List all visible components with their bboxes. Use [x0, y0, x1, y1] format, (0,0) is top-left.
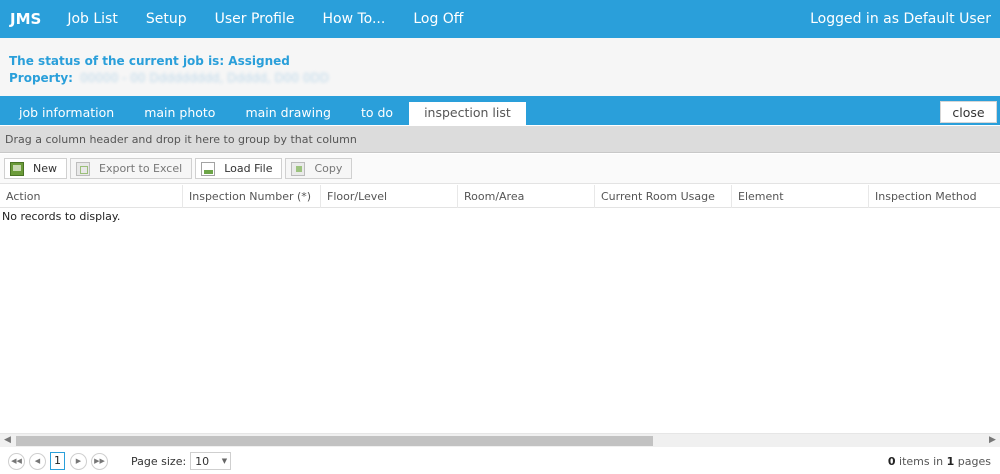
items-count: 0: [887, 455, 896, 468]
property-label: Property:: [9, 71, 73, 85]
scroll-left-arrow-icon[interactable]: ◀: [0, 434, 15, 448]
property-line: Property: 00000 - 00 Ddddddddd, Ddddd, D…: [9, 71, 329, 85]
copy-button-label: Copy: [314, 162, 343, 175]
nav-log-off[interactable]: Log Off: [399, 11, 477, 27]
top-navbar: JMS Job List Setup User Profile How To..…: [0, 0, 1000, 38]
first-page-icon[interactable]: ◀◀: [8, 452, 25, 470]
scroll-right-arrow-icon[interactable]: ▶: [985, 434, 1000, 448]
load-file-label: Load File: [224, 162, 273, 175]
excel-icon: [76, 161, 90, 176]
column-header-current-room-usage[interactable]: Current Room Usage: [595, 185, 732, 208]
column-header-floor-level[interactable]: Floor/Level: [321, 185, 458, 208]
tab-to-do[interactable]: to do: [346, 102, 408, 125]
column-header-inspection-number[interactable]: Inspection Number (*): [183, 185, 321, 208]
property-value: 00000 - 00 Ddddddddd, Ddddd, D00 0DD: [80, 71, 329, 85]
items-text: items in: [895, 455, 947, 468]
job-status-panel: The status of the current job is: Assign…: [0, 38, 1000, 96]
column-header-inspection-method[interactable]: Inspection Method: [869, 185, 1000, 208]
chevron-down-icon: ▼: [221, 457, 228, 465]
nav-user-profile[interactable]: User Profile: [201, 11, 309, 27]
grid-pager: ◀◀ ◀ 1 ▶ ▶▶ Page size: 10 ▼ 0 items in 1…: [0, 448, 1000, 474]
page-size-select[interactable]: 10 ▼: [190, 452, 232, 470]
horizontal-scrollbar[interactable]: ◀ ▶: [0, 433, 1000, 447]
column-header-room-area[interactable]: Room/Area: [458, 185, 595, 208]
grid-toolbar: New Export to Excel Load File Copy: [0, 154, 1000, 184]
nav-how-to[interactable]: How To...: [308, 11, 399, 27]
scrollbar-thumb[interactable]: [16, 436, 653, 446]
brand-logo[interactable]: JMS: [0, 10, 53, 28]
new-record-icon: [10, 161, 24, 176]
group-by-panel[interactable]: Drag a column header and drop it here to…: [0, 126, 1000, 153]
job-tabs: job information main photo main drawing …: [0, 96, 1000, 125]
pager-info: 0 items in 1 pages: [888, 455, 991, 468]
tab-inspection-list[interactable]: inspection list: [409, 102, 526, 125]
prev-page-icon[interactable]: ◀: [29, 452, 46, 470]
column-header-action[interactable]: Action: [0, 185, 183, 208]
tab-main-photo[interactable]: main photo: [129, 102, 230, 125]
page-number-button[interactable]: 1: [50, 452, 65, 470]
copy-button[interactable]: Copy: [285, 158, 353, 179]
tab-main-drawing[interactable]: main drawing: [230, 102, 346, 125]
copy-icon: [291, 161, 306, 176]
load-file-button[interactable]: Load File: [195, 158, 283, 179]
logged-in-user: Logged in as Default User: [810, 11, 991, 27]
next-page-icon[interactable]: ▶: [70, 452, 87, 470]
nav-job-list[interactable]: Job List: [53, 11, 132, 27]
no-records-message: No records to display.: [2, 210, 121, 223]
page-size-value: 10: [195, 454, 210, 468]
new-button[interactable]: New: [4, 158, 67, 179]
new-button-label: New: [33, 162, 57, 175]
tab-job-information[interactable]: job information: [0, 102, 129, 125]
page-size-label: Page size:: [131, 454, 187, 468]
last-page-icon[interactable]: ▶▶: [91, 452, 108, 470]
close-button[interactable]: close: [940, 101, 997, 123]
export-button-label: Export to Excel: [99, 162, 183, 175]
load-file-icon: [201, 161, 216, 176]
job-status-text: The status of the current job is: Assign…: [9, 54, 290, 68]
column-header-element[interactable]: Element: [732, 185, 869, 208]
export-to-excel-button[interactable]: Export to Excel: [70, 158, 193, 179]
nav-setup[interactable]: Setup: [132, 11, 201, 27]
grid-header: Action Inspection Number (*) Floor/Level…: [0, 185, 1000, 208]
pages-text: pages: [954, 455, 991, 468]
